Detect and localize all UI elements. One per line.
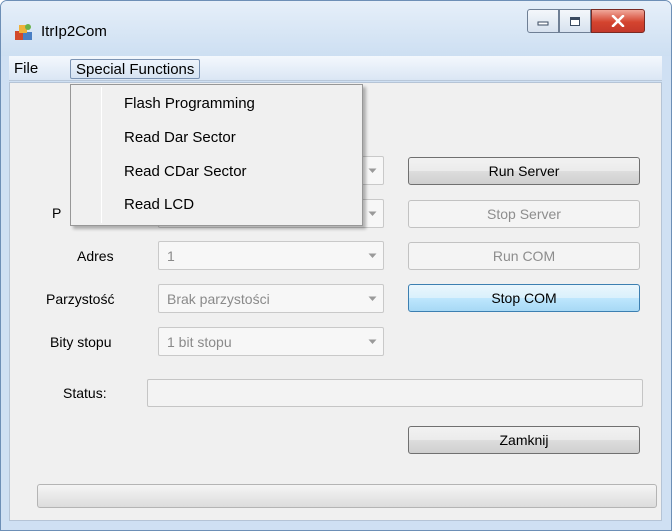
stop-com-button[interactable]: Stop COM: [408, 284, 640, 312]
chevron-down-icon: [363, 286, 382, 311]
chevron-down-icon: [363, 201, 382, 226]
run-server-button[interactable]: Run Server: [408, 157, 640, 185]
stop-server-button[interactable]: Stop Server: [408, 200, 640, 228]
address-combo[interactable]: 1: [158, 241, 384, 270]
progress-bar: [37, 484, 657, 508]
menu-item-flash-programming[interactable]: Flash Programming: [73, 87, 360, 120]
stop-bits-value: 1 bit stopu: [167, 334, 232, 350]
menu-special-functions[interactable]: Special Functions: [70, 59, 201, 79]
chevron-down-icon: [363, 243, 382, 268]
parity-label: Parzystość: [46, 291, 115, 307]
menu-bar: File Special Functions: [9, 56, 662, 81]
menu-file[interactable]: File: [9, 59, 43, 79]
menu-item-read-cdar-sector[interactable]: Read CDar Sector: [73, 155, 360, 188]
close-app-button[interactable]: Zamknij: [408, 426, 640, 454]
minimize-button[interactable]: [527, 9, 559, 33]
close-icon: [611, 15, 625, 27]
menu-item-label: Read LCD: [124, 196, 195, 213]
address-label: Adres: [77, 248, 114, 264]
menu-item-label: Flash Programming: [124, 95, 255, 112]
menu-item-read-lcd[interactable]: Read LCD: [73, 188, 360, 221]
close-button[interactable]: [591, 9, 645, 33]
port-label-partial: P: [52, 205, 62, 221]
special-functions-dropdown: Flash Programming Read Dar Sector Read C…: [70, 84, 363, 226]
app-icon: [14, 22, 34, 42]
chevron-down-icon: [363, 158, 382, 183]
stop-bits-label: Bity stopu: [50, 334, 112, 350]
parity-value: Brak parzystości: [167, 291, 270, 307]
menu-item-read-dar-sector[interactable]: Read Dar Sector: [73, 121, 360, 154]
menu-item-label: Read CDar Sector: [124, 163, 247, 180]
window-title: ItrIp2Com: [41, 23, 107, 40]
status-field: [147, 379, 643, 407]
maximize-button[interactable]: [559, 9, 591, 33]
menu-item-label: Read Dar Sector: [124, 129, 236, 146]
chevron-down-icon: [363, 329, 382, 354]
minimize-icon: [537, 21, 549, 26]
status-label: Status:: [63, 385, 107, 401]
parity-combo[interactable]: Brak parzystości: [158, 284, 384, 313]
maximize-icon: [570, 16, 580, 26]
stop-bits-combo[interactable]: 1 bit stopu: [158, 327, 384, 356]
address-value: 1: [167, 248, 175, 264]
run-com-button[interactable]: Run COM: [408, 242, 640, 270]
